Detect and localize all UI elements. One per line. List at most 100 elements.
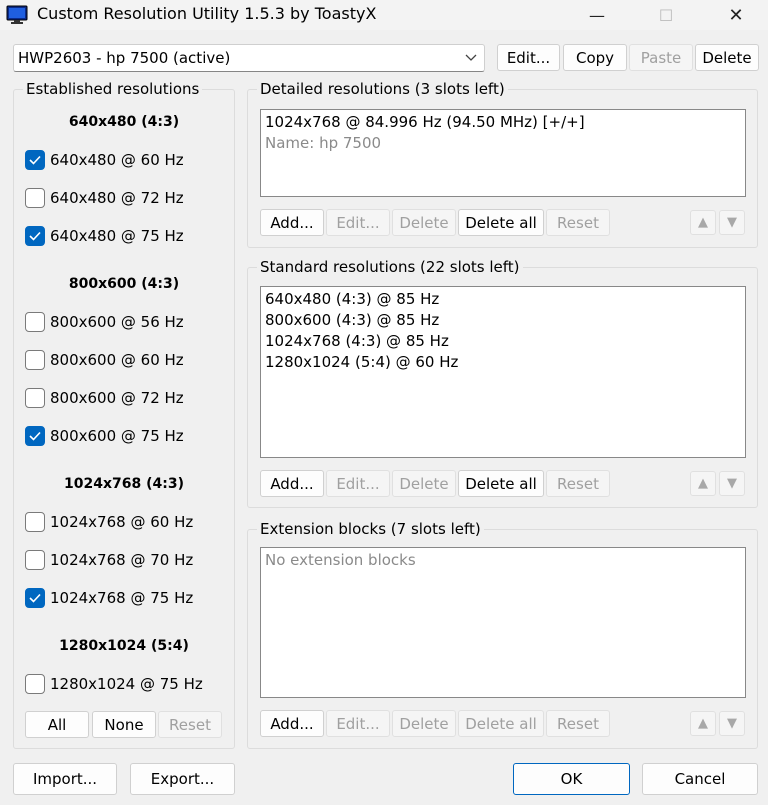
list-item[interactable]: 640x480 (4:3) @ 85 Hz bbox=[261, 289, 745, 310]
import-button[interactable]: Import... bbox=[13, 763, 117, 795]
arrow-down-icon: ▼ bbox=[727, 716, 737, 731]
checkbox-box[interactable] bbox=[25, 188, 45, 208]
select-none-button[interactable]: None bbox=[92, 711, 156, 738]
checkbox-label: 640x480 @ 60 Hz bbox=[50, 151, 184, 169]
list-item[interactable]: 1024x768 (4:3) @ 85 Hz bbox=[261, 331, 745, 352]
checkbox-box[interactable] bbox=[25, 588, 45, 608]
detailed-delete-button[interactable]: Delete bbox=[392, 209, 456, 236]
checkbox-box[interactable] bbox=[25, 312, 45, 332]
detailed-delete-all-button[interactable]: Delete all bbox=[458, 209, 544, 236]
detailed-add-button[interactable]: Add... bbox=[260, 209, 324, 236]
group-heading: 800x600 (4:3) bbox=[68, 276, 180, 292]
checkbox-label: 800x600 @ 56 Hz bbox=[50, 313, 184, 331]
list-item[interactable]: 1024x768 @ 84.996 Hz (94.50 MHz) [+/+] bbox=[261, 112, 745, 133]
checkbox-1280x1024-75[interactable]: 1280x1024 @ 75 Hz bbox=[25, 673, 203, 695]
extension-add-button[interactable]: Add... bbox=[260, 710, 324, 737]
checkbox-box[interactable] bbox=[25, 550, 45, 570]
detailed-edit-button[interactable]: Edit... bbox=[326, 209, 390, 236]
arrow-up-icon: ▲ bbox=[698, 215, 708, 230]
monitor-app-icon bbox=[6, 5, 28, 24]
checkbox-label: 1024x768 @ 70 Hz bbox=[50, 551, 194, 569]
checkbox-label: 800x600 @ 60 Hz bbox=[50, 351, 184, 369]
arrow-down-icon: ▼ bbox=[727, 476, 737, 491]
group-heading: 1024x768 (4:3) bbox=[64, 476, 184, 492]
cancel-button[interactable]: Cancel bbox=[642, 763, 758, 795]
standard-resolutions-list[interactable]: 640x480 (4:3) @ 85 Hz 800x600 (4:3) @ 85… bbox=[260, 286, 746, 458]
maximize-button[interactable]: ☐ bbox=[643, 2, 689, 28]
checkbox-box[interactable] bbox=[25, 226, 45, 246]
extension-move-down-button[interactable]: ▼ bbox=[719, 711, 745, 736]
checkbox-1024x768-60[interactable]: 1024x768 @ 60 Hz bbox=[25, 511, 193, 533]
checkbox-1024x768-70[interactable]: 1024x768 @ 70 Hz bbox=[25, 549, 193, 571]
list-item[interactable]: 1280x1024 (5:4) @ 60 Hz bbox=[261, 352, 745, 373]
delete-display-button[interactable]: Delete bbox=[695, 44, 759, 71]
checkbox-640x480-75[interactable]: 640x480 @ 75 Hz bbox=[25, 225, 184, 247]
standard-delete-all-button[interactable]: Delete all bbox=[458, 470, 544, 497]
checkmark-icon bbox=[29, 231, 41, 241]
select-all-button[interactable]: All bbox=[25, 711, 89, 738]
paste-button[interactable]: Paste bbox=[629, 44, 693, 71]
ok-button[interactable]: OK bbox=[513, 763, 630, 795]
arrow-down-icon: ▼ bbox=[727, 215, 737, 230]
checkmark-icon bbox=[29, 593, 41, 603]
checkbox-640x480-60[interactable]: 640x480 @ 60 Hz bbox=[25, 149, 184, 171]
checkmark-icon bbox=[29, 155, 41, 165]
checkbox-1024x768-75[interactable]: 1024x768 @ 75 Hz bbox=[25, 587, 193, 609]
window-title: Custom Resolution Utility 1.5.3 by Toast… bbox=[37, 4, 377, 23]
list-item[interactable]: 800x600 (4:3) @ 85 Hz bbox=[261, 310, 745, 331]
checkbox-label: 800x600 @ 72 Hz bbox=[50, 389, 184, 407]
detailed-resolutions-list[interactable]: 1024x768 @ 84.996 Hz (94.50 MHz) [+/+] N… bbox=[260, 109, 746, 197]
display-select[interactable]: HWP2603 - hp 7500 (active) bbox=[13, 44, 485, 72]
checkbox-label: 1024x768 @ 60 Hz bbox=[50, 513, 194, 531]
detailed-reset-button[interactable]: Reset bbox=[546, 209, 610, 236]
extension-delete-all-button[interactable]: Delete all bbox=[458, 710, 544, 737]
checkbox-label: 800x600 @ 75 Hz bbox=[50, 427, 184, 445]
checkbox-800x600-75[interactable]: 800x600 @ 75 Hz bbox=[25, 425, 184, 447]
extension-reset-button[interactable]: Reset bbox=[546, 710, 610, 737]
edit-display-button[interactable]: Edit... bbox=[497, 44, 560, 71]
established-resolutions-title: Established resolutions bbox=[23, 80, 203, 98]
close-button[interactable]: ✕ bbox=[713, 2, 759, 28]
checkbox-800x600-56[interactable]: 800x600 @ 56 Hz bbox=[25, 311, 184, 333]
detailed-move-up-button[interactable]: ▲ bbox=[690, 210, 716, 235]
checkbox-box[interactable] bbox=[25, 426, 45, 446]
checkbox-box[interactable] bbox=[25, 388, 45, 408]
copy-button[interactable]: Copy bbox=[563, 44, 627, 71]
checkbox-label: 1024x768 @ 75 Hz bbox=[50, 589, 194, 607]
extension-move-up-button[interactable]: ▲ bbox=[690, 711, 716, 736]
standard-move-down-button[interactable]: ▼ bbox=[719, 471, 745, 496]
standard-resolutions-title: Standard resolutions (22 slots left) bbox=[257, 258, 523, 276]
list-item-name: Name: hp 7500 bbox=[265, 134, 382, 152]
export-button[interactable]: Export... bbox=[130, 763, 235, 795]
empty-list-text: No extension blocks bbox=[265, 551, 416, 569]
detailed-resolutions-title: Detailed resolutions (3 slots left) bbox=[257, 80, 508, 98]
standard-add-button[interactable]: Add... bbox=[260, 470, 324, 497]
arrow-up-icon: ▲ bbox=[698, 476, 708, 491]
checkbox-800x600-72[interactable]: 800x600 @ 72 Hz bbox=[25, 387, 184, 409]
standard-delete-button[interactable]: Delete bbox=[392, 470, 456, 497]
extension-edit-button[interactable]: Edit... bbox=[326, 710, 390, 737]
display-select-value: HWP2603 - hp 7500 (active) bbox=[18, 49, 231, 67]
checkbox-box[interactable] bbox=[25, 512, 45, 532]
checkbox-box[interactable] bbox=[25, 674, 45, 694]
standard-reset-button[interactable]: Reset bbox=[546, 470, 610, 497]
extension-blocks-list[interactable]: No extension blocks bbox=[260, 547, 746, 698]
checkbox-640x480-72[interactable]: 640x480 @ 72 Hz bbox=[25, 187, 184, 209]
standard-move-up-button[interactable]: ▲ bbox=[690, 471, 716, 496]
group-heading: 1280x1024 (5:4) bbox=[59, 638, 189, 654]
detailed-move-down-button[interactable]: ▼ bbox=[719, 210, 745, 235]
checkbox-800x600-60[interactable]: 800x600 @ 60 Hz bbox=[25, 349, 184, 371]
established-reset-button[interactable]: Reset bbox=[158, 711, 222, 738]
chevron-down-icon bbox=[465, 54, 477, 61]
checkbox-label: 640x480 @ 72 Hz bbox=[50, 189, 184, 207]
checkbox-label: 1280x1024 @ 75 Hz bbox=[50, 675, 203, 693]
minimize-button[interactable]: — bbox=[574, 2, 620, 28]
checkmark-icon bbox=[29, 431, 41, 441]
checkbox-box[interactable] bbox=[25, 150, 45, 170]
arrow-up-icon: ▲ bbox=[698, 716, 708, 731]
standard-edit-button[interactable]: Edit... bbox=[326, 470, 390, 497]
checkbox-box[interactable] bbox=[25, 350, 45, 370]
checkbox-label: 640x480 @ 75 Hz bbox=[50, 227, 184, 245]
group-heading: 640x480 (4:3) bbox=[68, 114, 180, 130]
extension-delete-button[interactable]: Delete bbox=[392, 710, 456, 737]
